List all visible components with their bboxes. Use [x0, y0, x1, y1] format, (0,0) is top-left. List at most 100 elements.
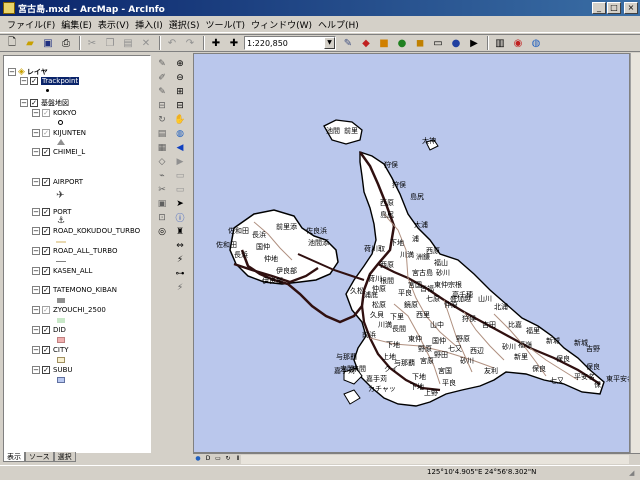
transform-icon[interactable]: ◉ — [510, 36, 526, 51]
fixed-zoom-out-icon[interactable]: ⊟ — [173, 99, 187, 112]
open-folder-icon[interactable]: ▰ — [22, 36, 38, 51]
arrow-right-icon[interactable]: ▶ — [466, 36, 482, 51]
collapse-toggle[interactable]: − — [32, 178, 40, 186]
add-data-alt-icon[interactable]: ✚ — [226, 36, 242, 51]
print-icon[interactable]: ⎙ — [58, 36, 74, 51]
full-extent-icon[interactable]: ◍ — [173, 127, 187, 140]
cut-polygons-icon[interactable]: ✂ — [155, 183, 169, 196]
toc-root[interactable]: − ◈ レイヤ — [8, 67, 48, 77]
data-view-button[interactable]: D — [203, 455, 213, 464]
toc-layer-city[interactable]: − ✓ CITY — [32, 346, 69, 354]
model-builder-icon[interactable]: ◼ — [412, 36, 428, 51]
cut-icon[interactable]: ✂ — [84, 36, 100, 51]
maximize-button[interactable]: □ — [607, 2, 621, 14]
menu-file[interactable]: ファイル(F) — [4, 17, 58, 32]
binoculars-icon[interactable]: ◎ — [155, 225, 169, 238]
menu-help[interactable]: ヘルプ(H) — [315, 17, 362, 32]
toc-layer-road-all[interactable]: − ✓ ROAD_ALL_TURBO — [32, 247, 117, 255]
collapse-toggle[interactable]: − — [32, 227, 40, 235]
toc-layer-airport[interactable]: − ✓ AIRPORT — [32, 178, 83, 186]
layer-visibility-checkbox[interactable]: ✓ — [42, 346, 50, 354]
map-horizontal-scrollbar[interactable] — [241, 455, 629, 464]
toc-layer-subu[interactable]: − ✓ SUBU — [32, 366, 73, 374]
paste-icon[interactable]: ▤ — [120, 36, 136, 51]
layer-visibility-checkbox[interactable]: ✓ — [42, 148, 50, 156]
globe-icon[interactable]: ◍ — [528, 36, 544, 51]
arctoolbox-icon[interactable]: ◆ — [358, 36, 374, 51]
measure-icon[interactable]: ⇔ — [173, 239, 187, 252]
back-extent-icon[interactable]: ◀ — [173, 141, 187, 154]
help-icon[interactable]: ● — [448, 36, 464, 51]
editor-tool-icon[interactable]: ✎ — [155, 57, 169, 70]
arccatalog-icon[interactable]: ■ — [376, 36, 392, 51]
tab-selection[interactable]: 選択 — [53, 452, 76, 462]
toc-layer-road-kokudou[interactable]: − ✓ ROAD_KOKUDOU_TURBO — [32, 227, 140, 235]
save-icon[interactable]: ▣ — [40, 36, 56, 51]
minimize-button[interactable]: _ — [592, 2, 606, 14]
editor-toolbar-icon[interactable]: ✎ — [340, 36, 356, 51]
layer-visibility-checkbox[interactable]: ✓ — [42, 267, 50, 275]
collapse-toggle[interactable]: − — [32, 366, 40, 374]
command-window-icon[interactable]: ▭ — [430, 36, 446, 51]
map-view[interactable]: 池間 前里 大神 狩俣 狩俣 島尻 西原 島尻 佐和田 長浜 前里添 佐良浜 池… — [193, 53, 630, 453]
menu-window[interactable]: ウィンドウ(W) — [248, 17, 315, 32]
toc-group-basemap[interactable]: − ✓ 基盤地図 — [20, 98, 69, 108]
add-data-icon[interactable]: ✚ — [208, 36, 224, 51]
layer-visibility-checkbox[interactable]: ✓ — [42, 208, 50, 216]
sketch-tool-icon[interactable]: ✐ — [155, 71, 169, 84]
redo-icon[interactable]: ↷ — [182, 36, 198, 51]
forward-extent-icon[interactable]: ▶ — [173, 155, 187, 168]
resize-grip-icon[interactable]: ◢ — [629, 469, 638, 478]
fixed-zoom-in-icon[interactable]: ⊞ — [173, 85, 187, 98]
arcmap-icon[interactable]: ● — [394, 36, 410, 51]
layer-visibility-checkbox[interactable]: ✓ — [42, 247, 50, 255]
select-elements-icon[interactable]: ➤ — [173, 197, 187, 210]
copy-icon[interactable]: ❐ — [102, 36, 118, 51]
reshape-icon[interactable]: ⌁ — [155, 169, 169, 182]
delete-icon[interactable]: ✕ — [138, 36, 154, 51]
collapse-toggle[interactable]: − — [32, 306, 40, 314]
merge-icon[interactable]: ⊡ — [155, 211, 169, 224]
toc-layer-zyouchi[interactable]: − ✓ ZYOUCHI_2500 — [32, 306, 106, 314]
collapse-toggle[interactable]: − — [20, 99, 28, 107]
collapse-toggle[interactable]: − — [32, 247, 40, 255]
zoom-out-icon[interactable]: ⊖ — [173, 71, 187, 84]
layer-visibility-checkbox[interactable]: ✓ — [42, 306, 50, 314]
layer-visibility-checkbox[interactable]: ✓ — [30, 99, 38, 107]
menu-tools[interactable]: ツール(T) — [203, 17, 249, 32]
collapse-toggle[interactable]: − — [32, 109, 40, 117]
clear-selection-icon[interactable]: ▭ — [173, 183, 187, 196]
graphs-icon[interactable]: ▥ — [492, 36, 508, 51]
toc-layer-kokyo[interactable]: − ✓ KOKYO — [32, 109, 76, 117]
globe-nav-icon[interactable]: ● — [193, 455, 203, 464]
collapse-toggle[interactable]: − — [32, 267, 40, 275]
edit-tool-icon[interactable]: ✎ — [155, 85, 169, 98]
layer-visibility-checkbox[interactable]: ✓ — [30, 77, 38, 85]
layer-visibility-checkbox[interactable]: ✓ — [42, 326, 50, 334]
hyperlink-icon[interactable]: ⚡ — [173, 253, 187, 266]
toc-layer-did[interactable]: − ✓ DID — [32, 326, 66, 334]
collapse-toggle[interactable]: − — [32, 286, 40, 294]
find-icon[interactable]: ♜ — [173, 225, 187, 238]
layer-visibility-checkbox[interactable]: ✓ — [42, 366, 50, 374]
toc-layer-trackpoint[interactable]: − ✓ Trackpoint — [20, 77, 80, 85]
sketch-properties-icon[interactable]: ▦ — [155, 141, 169, 154]
collapse-toggle[interactable]: − — [20, 77, 28, 85]
toc-layer-chimei[interactable]: − ✓ CHIMEI_L — [32, 148, 85, 156]
layer-visibility-checkbox[interactable]: ✓ — [42, 227, 50, 235]
topology-icon[interactable]: ▣ — [155, 197, 169, 210]
close-button[interactable]: × — [624, 2, 638, 14]
refresh-icon[interactable]: ↻ — [223, 455, 233, 464]
toc-layer-port[interactable]: − ✓ PORT — [32, 208, 71, 216]
menu-selection[interactable]: 選択(S) — [166, 17, 203, 32]
rotate-tool-icon[interactable]: ↻ — [155, 113, 169, 126]
lightning-icon[interactable]: ⚡ — [173, 281, 187, 294]
layer-visibility-checkbox[interactable]: ✓ — [42, 178, 50, 186]
collapse-toggle[interactable]: − — [8, 68, 16, 76]
zoom-in-icon[interactable]: ⊕ — [173, 57, 187, 70]
menu-insert[interactable]: 挿入(I) — [132, 17, 166, 32]
toc-layer-tatemono[interactable]: − ✓ TATEMONO_KIBAN — [32, 286, 117, 294]
layout-view-button[interactable]: ▭ — [213, 455, 223, 464]
pan-icon[interactable]: ✋ — [173, 113, 187, 126]
attributes-icon[interactable]: ▤ — [155, 127, 169, 140]
